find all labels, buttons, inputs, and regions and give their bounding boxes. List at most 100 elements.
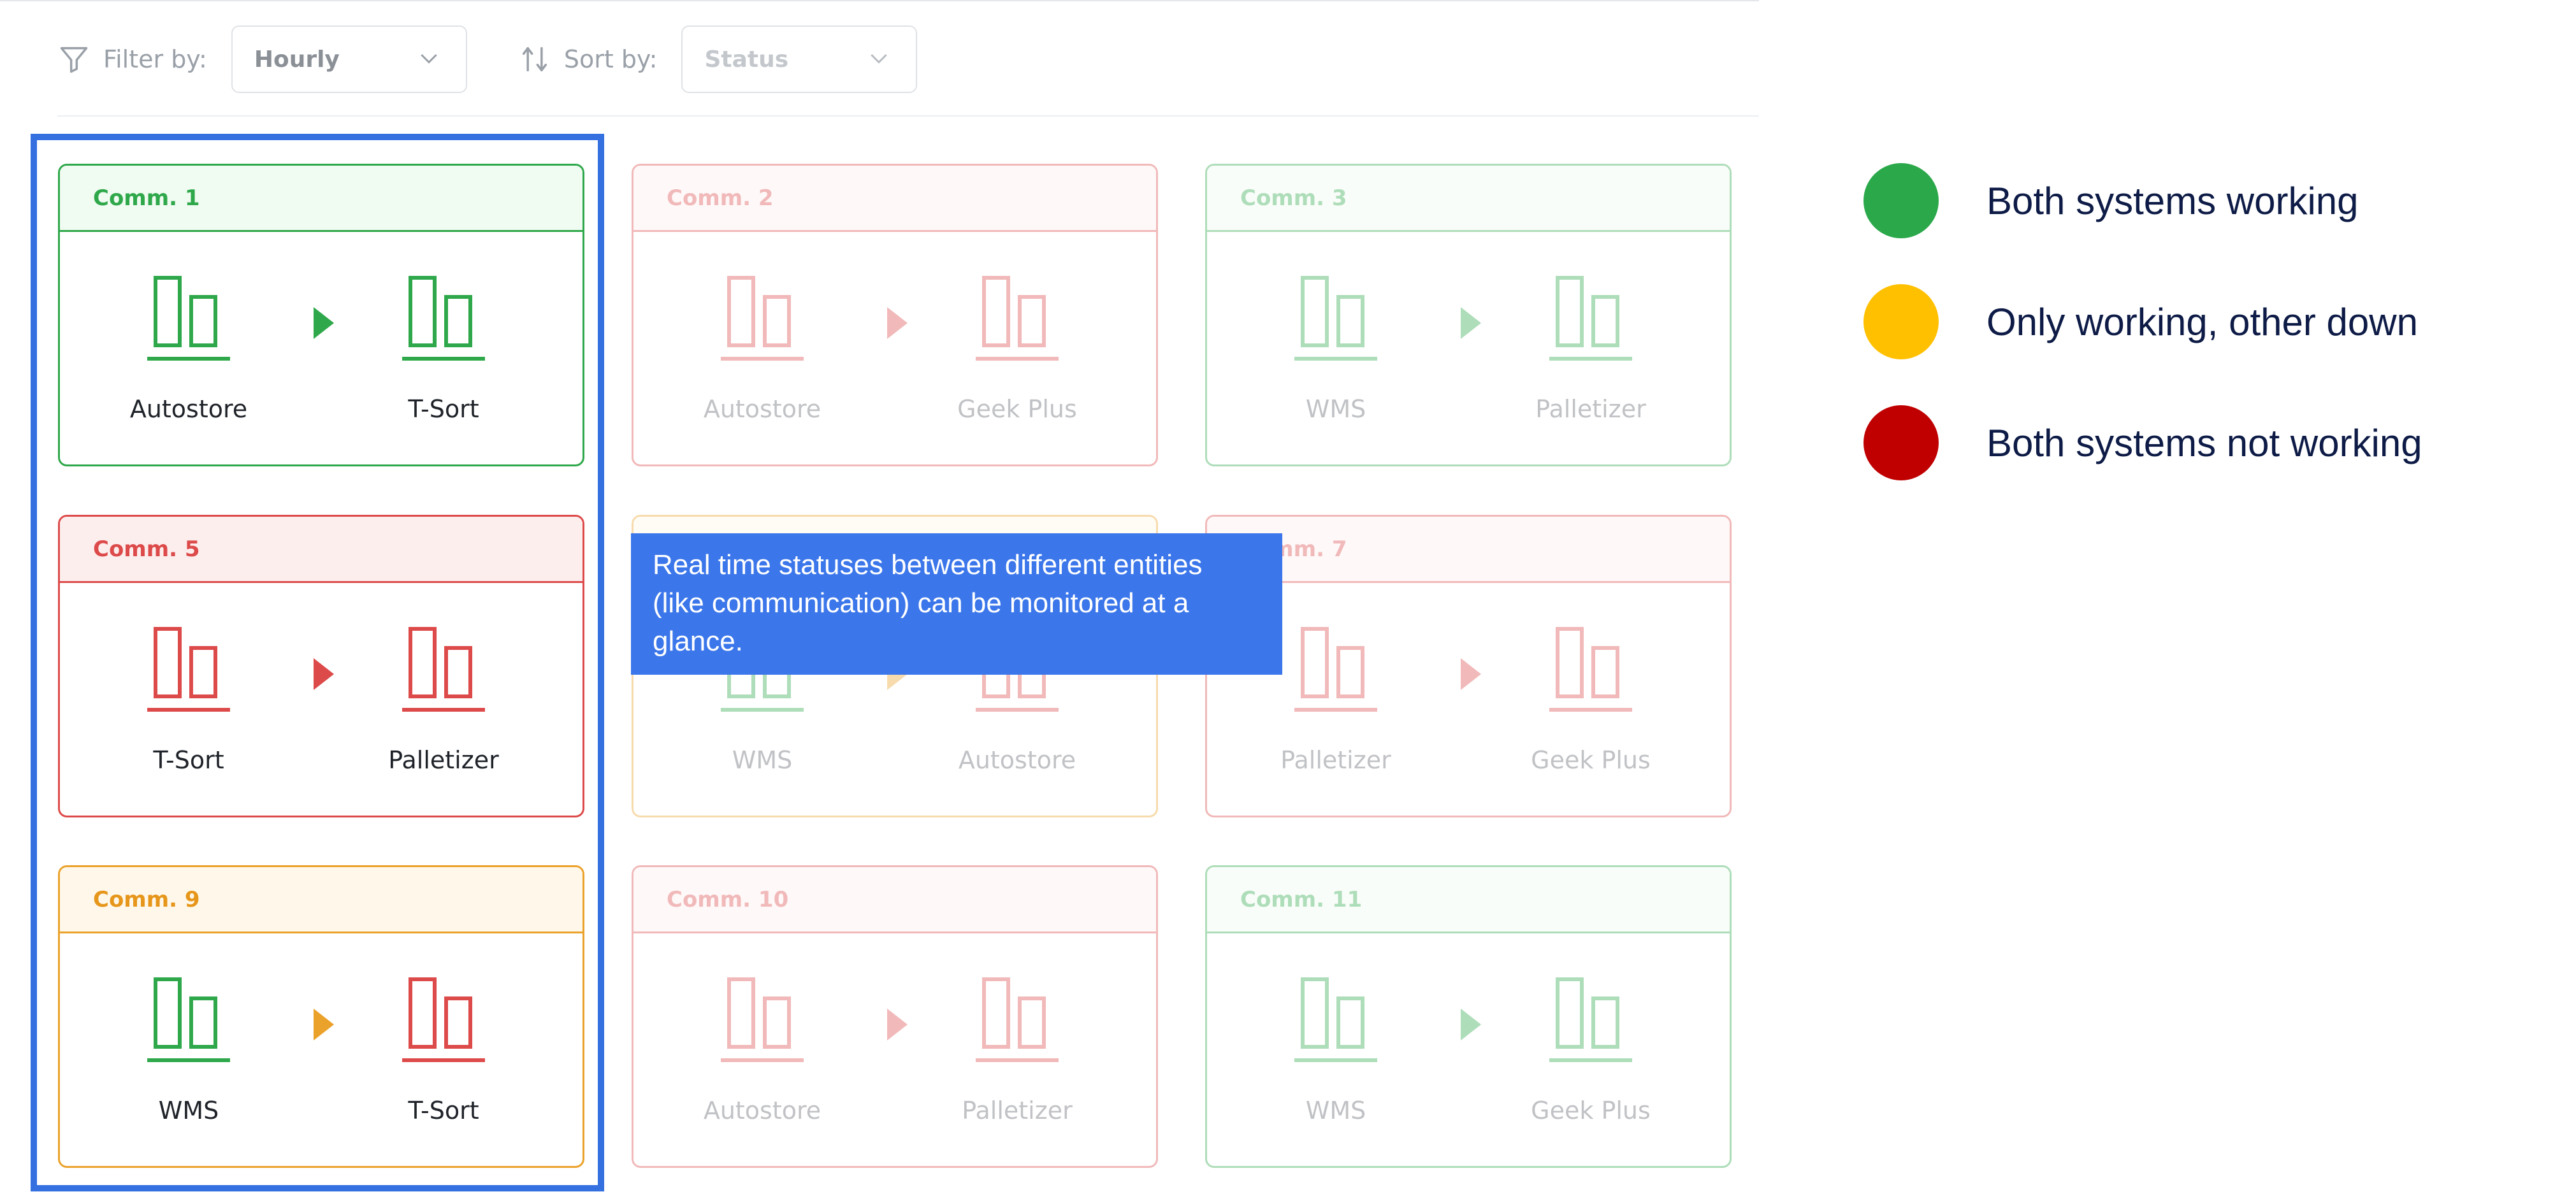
system-icon [1549,275,1632,364]
legend-label: Both systems not working [1986,421,2422,464]
arrow-right-icon [1461,1009,1481,1040]
comm-card[interactable]: Comm. 10 Autostore Palletizer [632,865,1158,1168]
target-system-label: T-Sort [408,395,479,423]
target-system-label: Geek Plus [1531,1097,1651,1125]
target-system-label: Palletizer [388,746,499,774]
comm-card-title: Comm. 5 [60,517,582,583]
source-system-label: WMS [1305,395,1366,423]
system-icon [402,977,485,1066]
comm-card[interactable]: Comm. 11 WMS Geek Plus [1205,865,1732,1168]
arrow-right-icon [314,307,334,339]
chevron-down-icon [416,45,442,73]
legend-item-partial: Only working, other down [1863,261,2422,382]
target-system: Geek Plus [947,275,1087,423]
arrow-right-icon [1461,658,1481,690]
system-icon [147,626,230,716]
filter-label: Filter by: [103,45,207,73]
target-system: Palletizer [1521,275,1661,423]
chevron-down-icon [866,45,892,73]
filter-value: Hourly [254,46,340,73]
comm-card-body: WMS Geek Plus [1207,933,1730,1166]
comm-card[interactable]: Comm. 5 T-Sort Palletizer [58,515,584,817]
system-icon [1549,626,1632,716]
system-icon [976,977,1059,1066]
legend-dot-red [1863,405,1939,480]
comm-card[interactable]: Comm. 9 WMS T-Sort [58,865,584,1168]
comm-card-title: Comm. 7 [1207,517,1730,583]
toolbar-divider [57,115,1759,117]
source-system: WMS [1266,977,1406,1125]
source-system-label: Autostore [703,395,821,423]
sort-label: Sort by: [563,45,658,73]
legend-dot-yellow [1863,284,1939,359]
target-system: T-Sort [373,275,514,423]
legend-label: Only working, other down [1986,300,2418,343]
sort-icon [518,43,551,76]
comm-card-title: Comm. 1 [60,166,582,232]
system-icon [147,977,230,1066]
source-system-label: WMS [732,746,793,774]
source-system: WMS [1266,275,1406,423]
comm-card-title: Comm. 2 [633,166,1156,232]
system-icon [976,275,1059,364]
comm-card-body: Palletizer Geek Plus [1207,583,1730,816]
sort-value: Status [704,46,789,73]
legend-label: Both systems working [1986,179,2359,222]
top-divider [0,0,1759,1]
comm-card-body: Autostore T-Sort [60,232,582,464]
comm-card-body: T-Sort Palletizer [60,583,582,816]
comm-card[interactable]: Comm. 3 WMS Palletizer [1205,164,1732,466]
comm-card[interactable]: Comm. 2 Autostore Geek Plus [632,164,1158,466]
arrow-right-icon [887,307,908,339]
source-system: Autostore [119,275,259,423]
source-system: WMS [119,977,259,1125]
target-system-label: Autostore [958,746,1076,774]
system-icon [1294,626,1377,716]
legend-dot-green [1863,163,1939,238]
source-system-label: Palletizer [1280,746,1391,774]
target-system: Palletizer [947,977,1087,1125]
system-icon [402,275,485,364]
comm-card[interactable]: Comm. 7 Palletizer Geek Plus [1205,515,1732,817]
comm-card[interactable]: Comm. 1 Autostore T-Sort [58,164,584,466]
sort-select[interactable]: Status [681,25,918,93]
source-system: Autostore [692,977,832,1125]
system-icon [1294,977,1377,1066]
target-system-label: Palletizer [962,1097,1073,1125]
toolbar: Filter by: Hourly Sort by: Status [57,24,1759,94]
source-system-label: T-Sort [153,746,224,774]
source-system: Palletizer [1266,626,1406,774]
source-system-label: Autostore [129,395,248,423]
target-system: Geek Plus [1521,626,1661,774]
system-icon [402,626,485,716]
tooltip-callout: Real time statuses between different ent… [631,533,1282,675]
arrow-right-icon [887,1009,908,1040]
source-system-label: WMS [158,1097,219,1125]
status-legend: Both systems working Only working, other… [1863,140,2422,503]
target-system-label: Palletizer [1535,395,1646,423]
tooltip-text: Real time statuses between different ent… [653,549,1203,657]
target-system-label: Geek Plus [1531,746,1651,774]
comm-card-title: Comm. 9 [60,867,582,933]
comm-card-body: Autostore Palletizer [633,933,1156,1166]
comm-card-title: Comm. 3 [1207,166,1730,232]
target-system: T-Sort [373,977,514,1125]
filter-select[interactable]: Hourly [231,25,467,93]
filter-icon [57,43,90,76]
system-icon [721,977,804,1066]
comm-card-title: Comm. 10 [633,867,1156,933]
system-icon [1549,977,1632,1066]
legend-item-working: Both systems working [1863,140,2422,261]
comm-card-body: WMS T-Sort [60,933,582,1166]
source-system: T-Sort [119,626,259,774]
arrow-right-icon [314,658,334,690]
comm-card-body: Autostore Geek Plus [633,232,1156,464]
comm-card-body: WMS Palletizer [1207,232,1730,464]
source-system: Autostore [692,275,832,423]
arrow-right-icon [314,1009,334,1040]
target-system: Palletizer [373,626,514,774]
target-system-label: T-Sort [408,1097,479,1125]
system-icon [721,275,804,364]
source-system-label: Autostore [703,1097,821,1125]
target-system-label: Geek Plus [957,395,1077,423]
